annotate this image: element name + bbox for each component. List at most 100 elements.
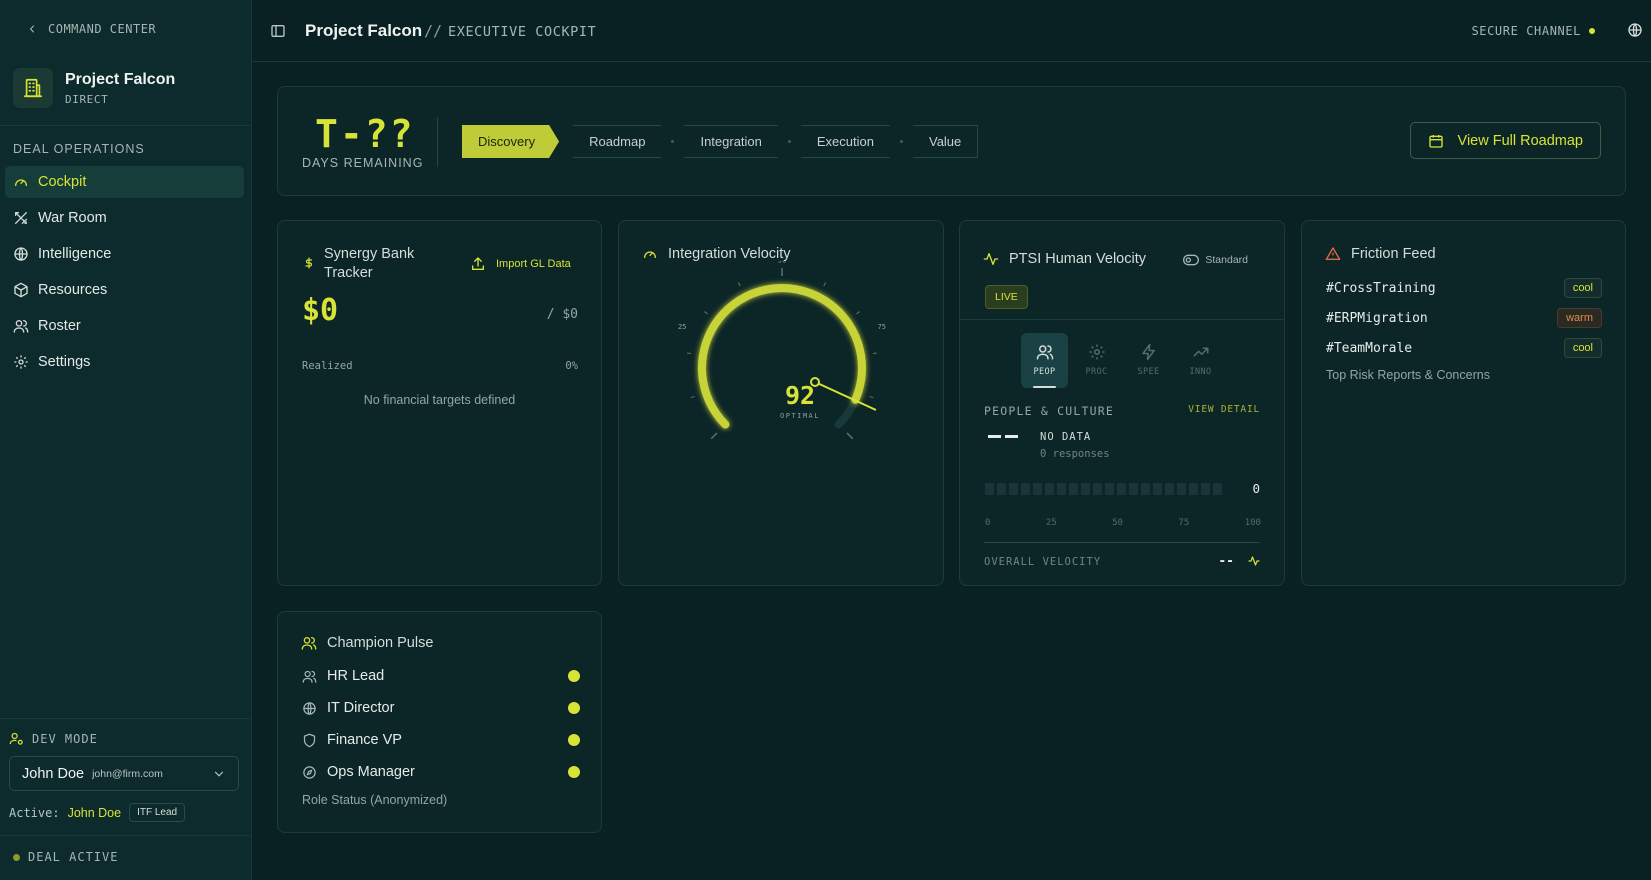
stage-tracker: Discovery Roadmap Integration Execution … [462, 125, 979, 158]
gauge-tick [710, 432, 718, 440]
upload-icon [472, 257, 484, 270]
meter-segment [1069, 483, 1078, 495]
friction-feed-card: Friction Feed #CrossTraining cool #ERPMi… [1301, 220, 1626, 586]
tab-people[interactable]: PEOP [1021, 333, 1068, 388]
sidebar-item-war-room[interactable]: War Room [5, 202, 244, 234]
tab-speed[interactable]: SPEE [1125, 333, 1172, 388]
globe-icon [14, 247, 28, 261]
gauge-tick [737, 282, 741, 287]
globe-icon[interactable] [1627, 22, 1643, 38]
active-user-row: Active: John Doe ITF Lead [9, 803, 186, 822]
friction-item[interactable]: #CrossTraining cool [1326, 273, 1602, 303]
friction-level-badge: warm [1557, 308, 1602, 328]
gauge-tick [823, 282, 827, 287]
status-dot [1589, 28, 1595, 34]
meter-segment [1033, 483, 1042, 495]
synergy-bank-card: Synergy Bank Tracker Import GL Data $0 /… [277, 220, 602, 586]
gauge-arc [698, 284, 866, 429]
tick-label: 75 [1178, 518, 1190, 528]
meter-segment [1117, 483, 1126, 495]
friction-item[interactable]: #ERPMigration warm [1326, 303, 1602, 333]
status-dot [568, 670, 580, 682]
chevron-left-icon [29, 25, 35, 33]
deal-status-text: DEAL ACTIVE [28, 850, 119, 864]
tab-process[interactable]: PROC [1073, 333, 1120, 388]
gauge-scale-75: 75 [878, 323, 886, 331]
user-select[interactable]: John Doe john@firm.com [9, 756, 239, 791]
secure-channel-indicator: SECURE CHANNEL [1471, 24, 1595, 38]
section-title: PEOPLE & CULTURE [984, 404, 1114, 418]
champion-item[interactable]: HR Lead [302, 660, 580, 692]
stage-value[interactable]: Value [912, 125, 979, 158]
view-detail-link[interactable]: VIEW DETAIL [1188, 404, 1260, 415]
divider [960, 319, 1284, 320]
gauge-scale-50: 50 [778, 261, 786, 265]
sidebar-item-label: Intelligence [38, 246, 112, 262]
gauge-tick [872, 352, 877, 355]
score-placeholder [988, 435, 1018, 438]
velocity-title: Integration Velocity [668, 246, 791, 262]
stage-integration[interactable]: Integration [684, 125, 778, 158]
globe-icon [303, 701, 316, 715]
project-name: Project Falcon [65, 70, 176, 88]
gauge-icon [15, 179, 27, 186]
import-gl-label: Import GL Data [496, 258, 571, 270]
stage-roadmap[interactable]: Roadmap [573, 125, 662, 158]
friction-level-badge: cool [1563, 278, 1602, 298]
no-data-title: NO DATA [1040, 431, 1092, 443]
champion-pulse-card: Champion Pulse HR Lead IT Director Finan… [277, 611, 602, 833]
sidebar: COMMAND CENTER Project Falcon DIRECT DEA… [0, 0, 252, 880]
tab-innovation[interactable]: INNO [1177, 333, 1224, 388]
divider [437, 117, 438, 167]
standard-toggle[interactable]: Standard [1183, 254, 1248, 266]
sidebar-item-roster[interactable]: Roster [5, 310, 244, 342]
champion-header: Champion Pulse [301, 635, 433, 651]
sidebar-item-intelligence[interactable]: Intelligence [5, 238, 244, 270]
ptsi-title: PTSI Human Velocity [1009, 251, 1146, 267]
champion-footer: Role Status (Anonymized) [302, 793, 448, 807]
friction-item[interactable]: #TeamMorale cool [1326, 333, 1602, 363]
swords-icon [15, 212, 27, 224]
stage-discovery[interactable]: Discovery [462, 125, 559, 158]
sidebar-item-cockpit[interactable]: Cockpit [5, 166, 244, 198]
sidebar-item-settings[interactable]: Settings [5, 346, 244, 378]
champion-item[interactable]: IT Director [302, 692, 580, 724]
realized-label: Realized [302, 360, 353, 372]
activity-icon [1248, 556, 1260, 566]
gauge-scale-25: 25 [678, 323, 686, 331]
project-type: DIRECT [65, 92, 109, 106]
gauge-icon [644, 251, 656, 258]
import-gl-button[interactable]: Import GL Data [470, 256, 571, 272]
back-to-command-center[interactable]: COMMAND CENTER [26, 22, 156, 36]
divider [0, 125, 252, 126]
synergy-amount: $0 [302, 293, 339, 328]
meter-segment [1057, 483, 1066, 495]
tick-label: 0 [985, 518, 991, 528]
score-ticks: 0 25 50 75 100 [985, 518, 1261, 528]
gauge-tick [704, 311, 708, 315]
gauge-tick [687, 352, 692, 355]
page-subtitle: EXECUTIVE COCKPIT [448, 24, 597, 40]
users-icon [301, 637, 317, 650]
champion-role: IT Director [327, 700, 395, 716]
gauge-tick [869, 395, 874, 399]
synergy-target: / $0 [546, 307, 578, 322]
sidebar-nav: Cockpit War Room Intelligence Resources … [5, 166, 244, 382]
stage-execution[interactable]: Execution [800, 125, 890, 158]
meter-segment [985, 483, 994, 495]
user-email: john@firm.com [92, 767, 163, 780]
friction-tag: #TeamMorale [1326, 340, 1413, 356]
view-roadmap-button[interactable]: View Full Roadmap [1409, 122, 1601, 159]
meter-segment [1165, 483, 1174, 495]
days-remaining-label: DAYS REMAINING [302, 156, 424, 170]
ptsi-header: PTSI Human Velocity [983, 251, 1146, 267]
tab-label: PROC [1085, 367, 1108, 377]
gauge-needle [814, 381, 877, 411]
velocity-status: OPTIMAL [780, 412, 820, 420]
champion-item[interactable]: Ops Manager [302, 756, 580, 788]
users-icon [302, 670, 317, 683]
champion-role: Finance VP [327, 732, 402, 748]
sidebar-toggle-icon[interactable] [270, 23, 286, 39]
champion-item[interactable]: Finance VP [302, 724, 580, 756]
sidebar-item-resources[interactable]: Resources [5, 274, 244, 306]
